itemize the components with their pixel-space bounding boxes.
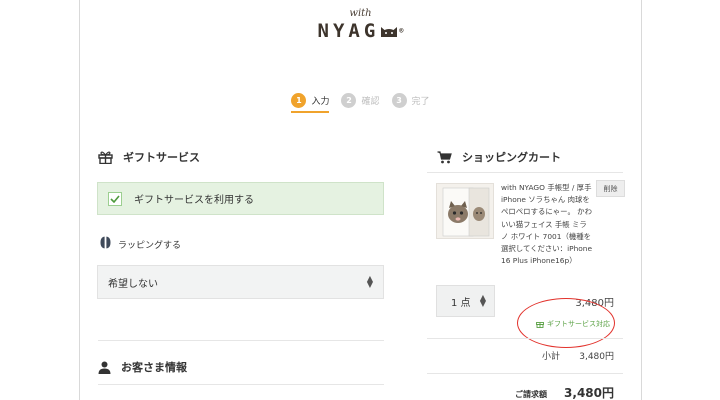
brand-logo[interactable]: with NYAG ® xyxy=(80,8,641,42)
subtotal-label: 小計 xyxy=(542,352,561,362)
customer-info-heading: お客さま情報 xyxy=(98,359,187,375)
product-title[interactable]: with NYAGO 手帳型 / 厚手 iPhone ソラちゃん 肉球をペロペロ… xyxy=(501,182,593,267)
wrapping-icon xyxy=(100,236,111,252)
logo-with-text: with xyxy=(349,8,372,19)
step-complete: 3 完了 xyxy=(391,91,430,109)
step-label: 完了 xyxy=(411,96,430,107)
registered-mark: ® xyxy=(399,27,404,35)
cart-divider xyxy=(427,172,623,173)
product-image[interactable] xyxy=(436,183,494,239)
delete-button[interactable]: 削除 xyxy=(596,180,625,197)
wrapping-label-text: ラッピングする xyxy=(118,240,182,251)
section-divider xyxy=(98,384,384,385)
subtotal-row: 小計 3,480円 xyxy=(520,349,614,362)
total-row: ご請求額 3,480円 xyxy=(510,384,614,400)
subtotal-value: 3,480円 xyxy=(579,352,614,362)
step-label: 入力 xyxy=(311,96,330,107)
step-number: 2 xyxy=(341,92,357,108)
checkout-steps: 1 入力 2 確認 3 完了 xyxy=(80,91,641,113)
cart-divider xyxy=(427,373,623,374)
quantity-value: 1 点 xyxy=(451,297,471,309)
step-label: 確認 xyxy=(361,96,380,107)
logo-main: NYAG ® xyxy=(318,20,404,42)
gift-service-checkbox-label: ギフトサービスを利用する xyxy=(134,195,254,206)
logo-main-text: NYAG xyxy=(317,20,380,42)
select-arrows-icon: ▲ ▼ xyxy=(479,293,486,308)
customer-info-heading-text: お客さま情報 xyxy=(121,361,187,374)
cart-heading: ショッピングカート xyxy=(437,149,561,165)
gift-service-checkbox[interactable] xyxy=(108,191,122,206)
wrapping-select[interactable]: 希望しない ▲ ▼ xyxy=(97,265,384,299)
cart-icon xyxy=(437,150,452,164)
cart-divider xyxy=(427,338,623,339)
phone-case-icon xyxy=(442,187,490,237)
total-label: ご請求額 xyxy=(515,390,547,399)
step-confirm: 2 確認 xyxy=(341,91,380,109)
section-divider xyxy=(98,340,384,341)
step-input: 1 入力 xyxy=(291,91,330,113)
gift-icon xyxy=(98,150,113,164)
select-arrows-icon: ▲ ▼ xyxy=(366,274,373,289)
wrapping-select-value: 希望しない xyxy=(108,278,158,290)
gift-service-heading-text: ギフトサービス xyxy=(123,151,200,164)
cart-heading-text: ショッピングカート xyxy=(462,151,561,164)
annotation-circle xyxy=(517,298,615,348)
step-number: 3 xyxy=(391,92,407,108)
person-icon xyxy=(98,361,111,374)
cat-face-icon xyxy=(380,24,398,38)
gift-service-checkbox-row[interactable]: ギフトサービスを利用する xyxy=(97,182,384,215)
quantity-select[interactable]: 1 点 ▲ ▼ xyxy=(436,285,495,317)
wrapping-label: ラッピングする xyxy=(100,236,181,252)
gift-service-heading: ギフトサービス xyxy=(98,149,200,165)
page-frame: with NYAG ® 1 入力 2 確認 3 完了 ギフトサービス ギフトサー… xyxy=(79,0,642,400)
total-value: 3,480円 xyxy=(564,386,614,400)
step-number: 1 xyxy=(291,92,307,108)
